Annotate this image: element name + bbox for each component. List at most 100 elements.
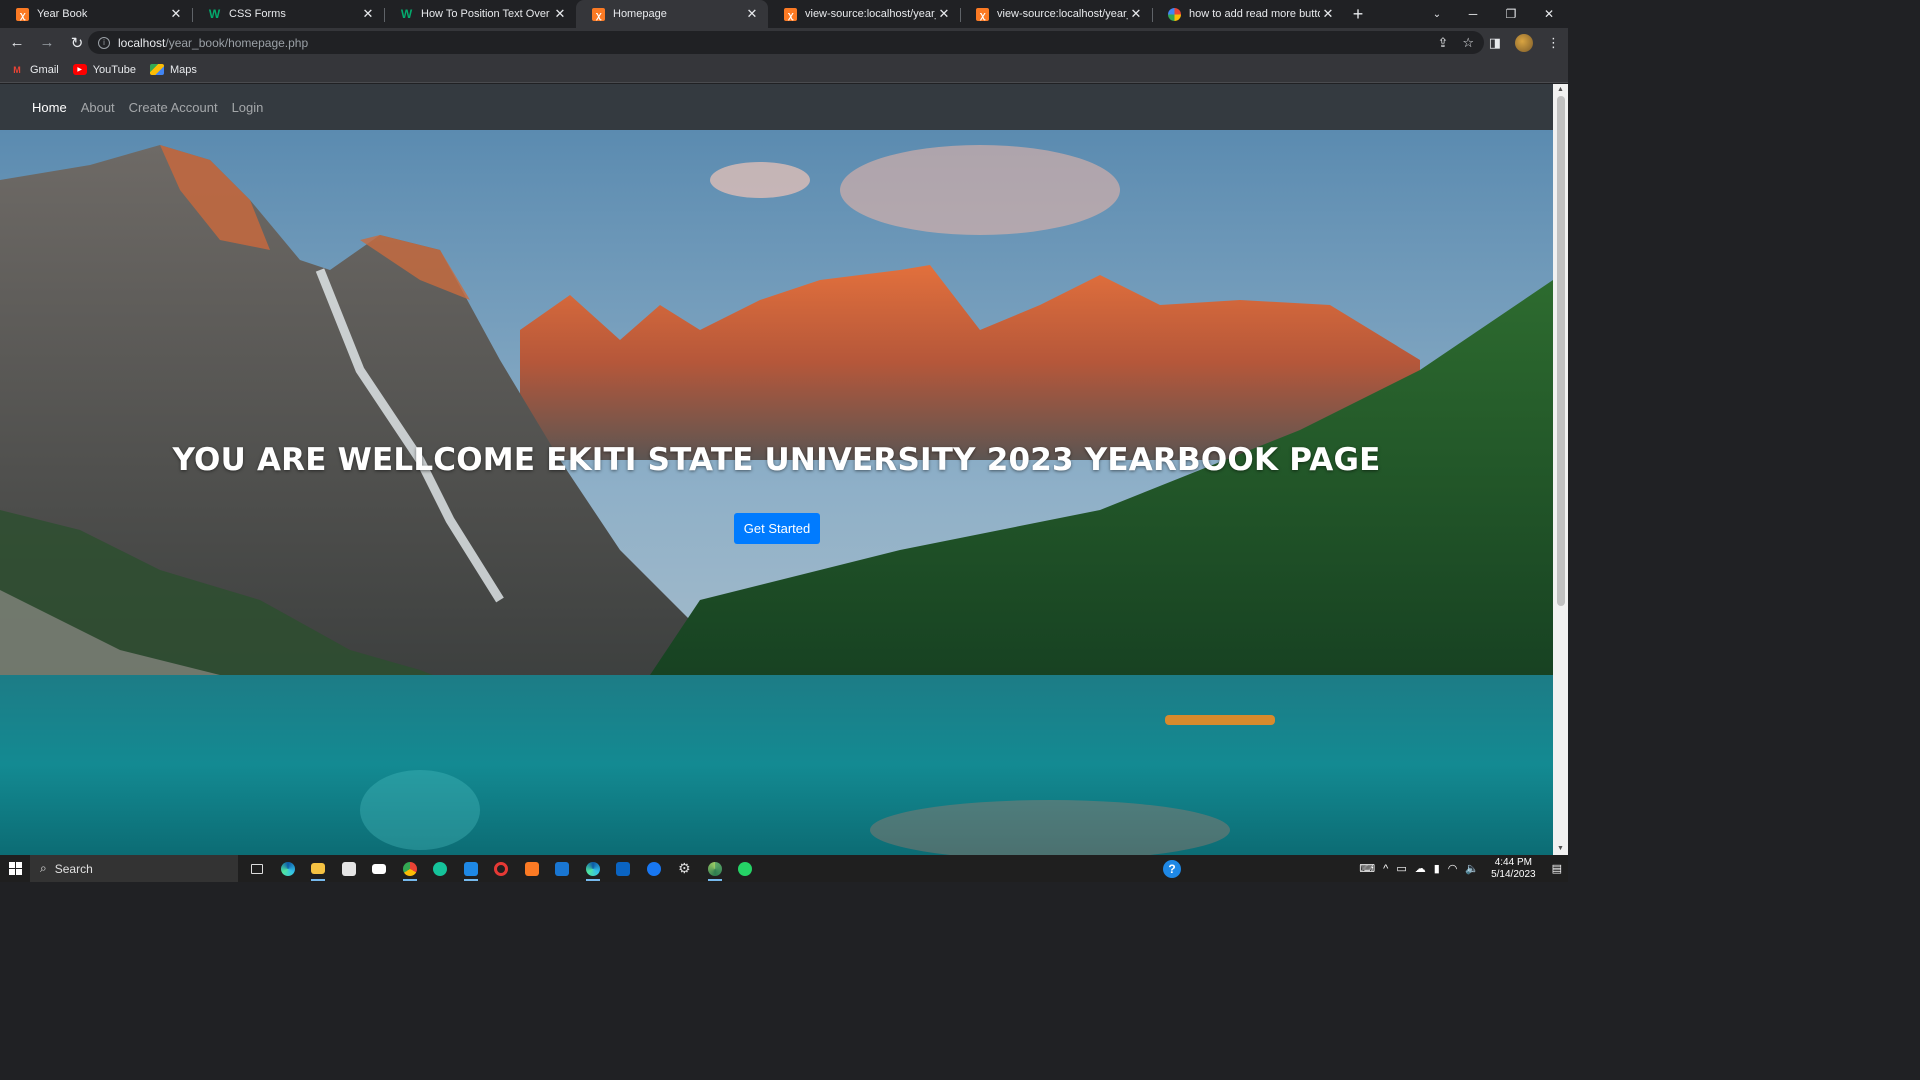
taskbar-search[interactable]: ⌕ Search [30, 855, 238, 882]
clock-time: 4:44 PM [1494, 856, 1532, 868]
page-scrollbar[interactable]: ▲ ▼ [1553, 84, 1568, 855]
new-tab-button[interactable]: + [1344, 0, 1372, 28]
battery-icon[interactable]: ▮ [1434, 862, 1440, 875]
reload-button[interactable]: ↻ [64, 30, 90, 56]
back-button[interactable]: ← [4, 30, 30, 56]
nav-login[interactable]: Login [232, 100, 264, 115]
close-icon[interactable]: ✕ [360, 6, 376, 22]
close-icon[interactable]: ✕ [1320, 6, 1336, 22]
nav-home[interactable]: Home [32, 100, 67, 115]
browser-toolbar: ← → ↻ i localhost /year_book/homepage.ph… [0, 28, 1568, 57]
volume-icon[interactable]: 🔈 [1465, 862, 1479, 875]
site-navbar: Home About Create Account Login [0, 84, 1553, 130]
menu-kebab-icon[interactable]: ⋮ [1547, 35, 1560, 51]
search-icon: ⌕ [40, 861, 47, 875]
clock-date: 5/14/2023 [1491, 868, 1536, 880]
system-tray: ⌨ ^ ▭ ☁ ▮ ◠ 🔈 4:44 PM 5/14/2023 ▤ [1359, 855, 1568, 882]
xampp-icon[interactable] [517, 855, 548, 882]
bookmark-label: YouTube [92, 63, 136, 76]
bookmark-youtube[interactable]: ▶ YouTube [72, 63, 136, 76]
browser-tab[interactable]: how to add read more button in ✕ [1152, 0, 1344, 28]
wifi-icon[interactable]: ◠ [1448, 862, 1458, 875]
vscode-icon[interactable] [456, 855, 487, 882]
taskbar-pinned-apps: ⚙ [242, 855, 761, 882]
notifications-icon[interactable]: ▤ [1552, 862, 1562, 875]
scroll-up-arrow-icon[interactable]: ▲ [1553, 84, 1568, 96]
hero-background-image [0, 130, 1553, 855]
settings-icon[interactable]: ⚙ [669, 855, 700, 882]
chrome-icon[interactable] [395, 855, 426, 882]
toolbar-right: ◨ ⋮ [1489, 28, 1560, 57]
windows-logo-icon [8, 862, 22, 875]
w3schools-icon: W [208, 7, 221, 21]
device-icon[interactable]: ▭ [1396, 862, 1406, 875]
close-icon[interactable]: ✕ [1128, 6, 1144, 22]
close-icon[interactable]: ✕ [936, 6, 952, 22]
opera-icon[interactable] [486, 855, 517, 882]
tab-search-chevron-icon[interactable]: ⌄ [1426, 0, 1448, 28]
browser-tab[interactable]: W CSS Forms ✕ [192, 0, 384, 28]
browser-tab[interactable]: ꭓ view-source:localhost/year_boo ✕ [960, 0, 1152, 28]
scrollbar-thumb[interactable] [1557, 96, 1565, 606]
close-window-button[interactable]: ✕ [1530, 0, 1568, 28]
mail-icon[interactable] [364, 855, 395, 882]
share-icon[interactable]: ⇪ [1437, 35, 1448, 51]
taskbar-search-label: Search [54, 861, 93, 876]
side-panel-icon[interactable]: ◨ [1489, 35, 1501, 51]
minimize-button[interactable]: ─ [1454, 0, 1492, 28]
youtube-icon: ▶ [72, 64, 87, 75]
store-icon[interactable] [334, 855, 365, 882]
cloud-icon[interactable]: ☁ [1415, 862, 1426, 875]
bookmark-star-icon[interactable]: ☆ [1462, 35, 1474, 51]
facebook-icon[interactable] [639, 855, 670, 882]
tab-strip: ꭓ Year Book ✕ W CSS Forms ✕ W How To Pos… [0, 0, 1568, 28]
outlook-icon[interactable] [608, 855, 639, 882]
browser-tab[interactable]: W How To Position Text Over an Im ✕ [384, 0, 576, 28]
bookmark-label: Maps [169, 63, 197, 76]
hero-title: YOU ARE WELLCOME EKITI STATE UNIVERSITY … [172, 442, 1381, 478]
tab-title: view-source:localhost/year_boo [997, 8, 1128, 20]
bookmark-gmail[interactable]: M Gmail [10, 63, 59, 76]
tab-title: Year Book [37, 8, 88, 20]
help-icon[interactable]: ? [1163, 860, 1181, 878]
page-viewport: Home About Create Account Login YOU ARE … [0, 84, 1568, 855]
bookmark-maps[interactable]: Maps [149, 63, 197, 76]
close-icon[interactable]: ✕ [168, 6, 184, 22]
forward-button[interactable]: → [34, 30, 60, 56]
grammarly-icon[interactable] [425, 855, 456, 882]
browser-tab-active[interactable]: ꭓ Homepage ✕ [576, 0, 768, 28]
app-icon[interactable] [547, 855, 578, 882]
url-path: /year_book/homepage.php [165, 35, 309, 50]
nav-create-account[interactable]: Create Account [129, 100, 218, 115]
restore-button[interactable]: ❐ [1492, 0, 1530, 28]
xampp-icon: ꭓ [16, 7, 29, 21]
edge-dev-icon[interactable] [578, 855, 609, 882]
close-icon[interactable]: ✕ [552, 6, 568, 22]
google-icon [1168, 7, 1181, 21]
nav-about[interactable]: About [81, 100, 115, 115]
hero-section: YOU ARE WELLCOME EKITI STATE UNIVERSITY … [0, 130, 1553, 855]
close-icon[interactable]: ✕ [744, 6, 760, 22]
tab-title: CSS Forms [229, 8, 286, 20]
site-info-icon[interactable]: i [98, 36, 110, 49]
profile-avatar[interactable] [1515, 33, 1533, 52]
keyboard-icon[interactable]: ⌨ [1359, 862, 1375, 875]
address-bar[interactable]: i localhost /year_book/homepage.php ⇪ ☆ [88, 31, 1484, 54]
bookmarks-bar: M Gmail ▶ YouTube Maps [0, 57, 1568, 83]
edge-icon[interactable] [273, 855, 304, 882]
whatsapp-icon[interactable] [730, 855, 761, 882]
browser-tab[interactable]: ꭓ view-source:localhost/year_bool ✕ [768, 0, 960, 28]
clock[interactable]: 4:44 PM 5/14/2023 [1491, 857, 1536, 881]
task-view-icon[interactable] [242, 855, 273, 882]
start-button[interactable] [0, 855, 30, 882]
browser-tab[interactable]: ꭓ Year Book ✕ [0, 0, 192, 28]
xampp-icon: ꭓ [976, 7, 989, 21]
bookmark-label: Gmail [30, 63, 59, 76]
chrome-profile-icon[interactable] [700, 855, 731, 882]
get-started-button[interactable]: Get Started [734, 513, 820, 544]
file-explorer-icon[interactable] [303, 855, 334, 882]
omnibox-actions: ⇪ ☆ [1437, 31, 1474, 54]
scroll-down-arrow-icon[interactable]: ▼ [1553, 843, 1568, 855]
chevron-up-icon[interactable]: ^ [1383, 863, 1388, 875]
maps-icon [149, 64, 164, 75]
